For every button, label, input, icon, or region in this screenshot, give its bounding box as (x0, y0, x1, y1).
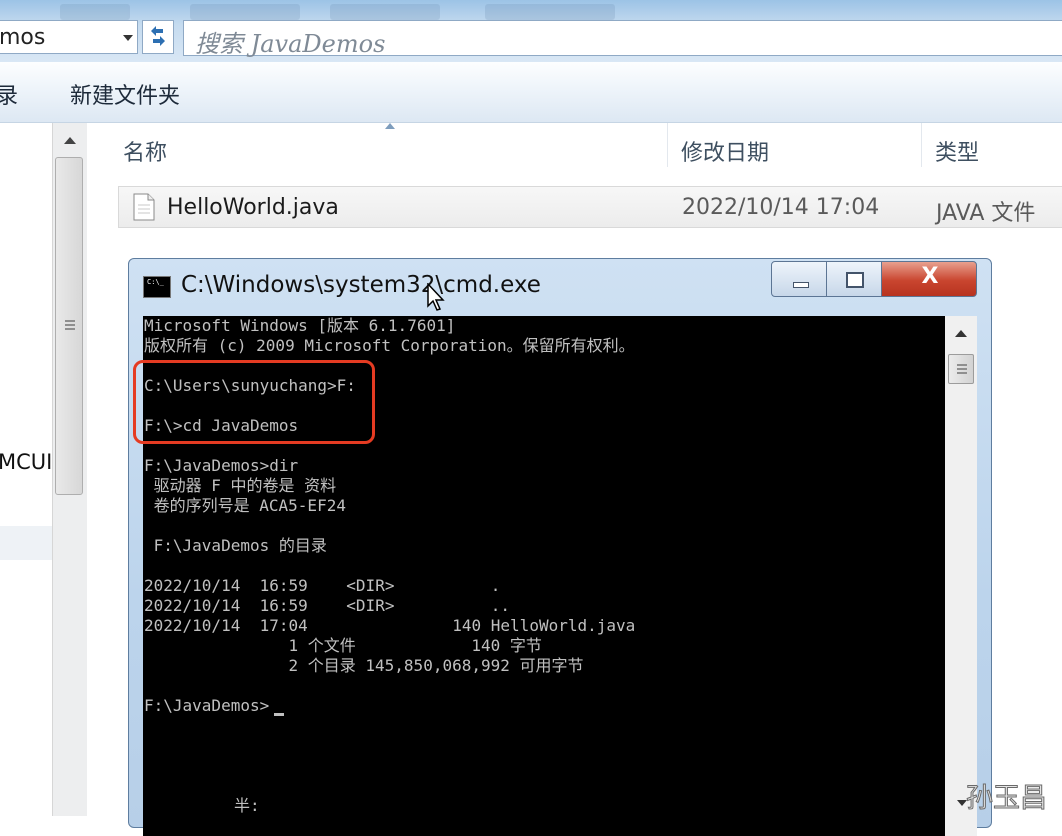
navigation-scrollbar[interactable] (52, 123, 87, 816)
console-line: 2 个目录 145,850,068,992 可用字节 (144, 656, 584, 675)
file-modified: 2022/10/14 17:04 (682, 195, 880, 220)
cmd-window[interactable]: C:\_ C:\Windows\system32\cmd.exe X Micro… (128, 258, 992, 836)
console-line: F:\JavaDemos>dir (144, 456, 299, 475)
nav-item-label[interactable]: MCUI (0, 450, 52, 474)
search-placeholder: 搜索 JavaDemos (195, 30, 386, 58)
text-cursor (274, 713, 284, 716)
file-type: JAVA 文件 (936, 201, 1036, 226)
java-file-icon (133, 193, 155, 221)
address-dropdown-icon[interactable] (123, 35, 133, 41)
column-header-type[interactable]: 类型 (935, 135, 979, 167)
address-bar[interactable]: mos (0, 20, 138, 54)
new-folder-button[interactable]: 新建文件夹 (70, 78, 180, 110)
scrollbar-thumb[interactable] (948, 354, 974, 384)
console-line: 2022/10/14 17:04 140 HelloWorld.java (144, 616, 636, 635)
console-line: 2022/10/14 16:59 <DIR> . (144, 576, 501, 595)
console-line: 2022/10/14 16:59 <DIR> .. (144, 596, 511, 615)
file-row[interactable]: HelloWorld.java 2022/10/14 17:04 JAVA 文件 (118, 186, 1062, 228)
sort-ascending-icon (385, 123, 395, 129)
close-icon: X (921, 264, 939, 289)
toolbar-partial-button[interactable]: 录 (0, 78, 18, 110)
cmd-window-title: C:\Windows\system32\cmd.exe (181, 272, 541, 298)
column-divider[interactable] (667, 123, 668, 167)
mouse-pointer-icon (427, 283, 445, 311)
console-line: Microsoft Windows [版本 6.1.7601] (144, 316, 456, 335)
column-header-name[interactable]: 名称 (123, 135, 167, 167)
console-scrollbar[interactable] (945, 316, 977, 836)
console-prompt: F:\JavaDemos> (144, 696, 270, 715)
file-name: HelloWorld.java (167, 195, 339, 220)
scroll-up-icon[interactable] (955, 330, 967, 337)
maximize-icon (846, 272, 864, 288)
console-line: F:\JavaDemos 的目录 (144, 536, 327, 555)
minimize-icon (793, 282, 809, 288)
console-output[interactable]: Microsoft Windows [版本 6.1.7601] 版权所有 (c)… (133, 316, 945, 836)
refresh-button[interactable] (142, 20, 174, 54)
cmd-icon-text: C:\_ (147, 278, 164, 286)
maximize-button[interactable] (826, 261, 882, 297)
highlight-annotation-box (133, 360, 375, 444)
close-button[interactable]: X (881, 261, 977, 297)
nav-selected-item[interactable] (0, 526, 52, 560)
minimize-button[interactable] (771, 261, 827, 297)
explorer-toolbar: 录 新建文件夹 (0, 62, 1062, 123)
navigation-pane: MCUI (0, 123, 52, 816)
scrollbar-thumb[interactable] (55, 157, 83, 495)
console-line: 版权所有 (c) 2009 Microsoft Corporation。保留所有… (144, 336, 635, 355)
console-line: 卷的序列号是 ACA5-EF24 (144, 496, 346, 515)
cmd-app-icon[interactable]: C:\_ (143, 276, 171, 298)
search-input[interactable]: 搜索 JavaDemos (183, 20, 1062, 58)
console-line: 驱动器 F 中的卷是 资料 (144, 476, 337, 495)
address-text: mos (0, 25, 46, 50)
scroll-up-icon[interactable] (64, 137, 76, 144)
column-header-modified[interactable]: 修改日期 (681, 135, 769, 167)
ime-status: 半: (234, 796, 260, 815)
watermark: 孙玉昌 (966, 783, 1048, 815)
column-divider[interactable] (921, 123, 922, 167)
refresh-icon (151, 26, 165, 46)
console-line: 1 个文件 140 字节 (144, 636, 542, 655)
